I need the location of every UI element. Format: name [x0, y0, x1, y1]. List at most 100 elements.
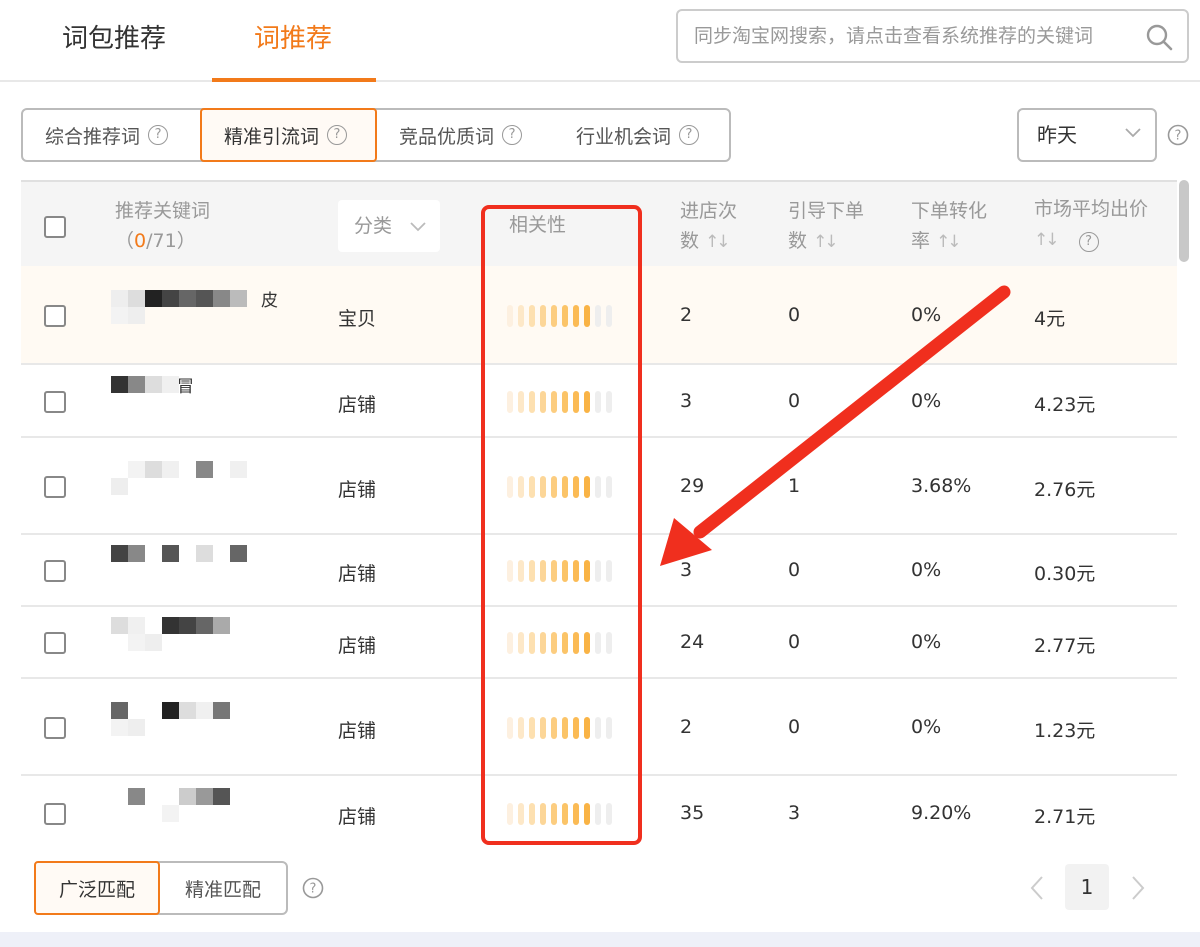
- category-filter[interactable]: 分类: [338, 200, 440, 252]
- relevance-meter: [507, 803, 612, 825]
- conversion-cell: 0%: [911, 559, 942, 581]
- relevance-bar: [606, 803, 612, 825]
- sort-icon: ↑↓: [1034, 230, 1059, 250]
- help-icon[interactable]: ?: [502, 125, 523, 145]
- help-icon[interactable]: ?: [327, 125, 347, 145]
- col-visits[interactable]: 进店次 数 ↑↓: [680, 196, 737, 257]
- row-checkbox[interactable]: [44, 475, 66, 498]
- row-checkbox[interactable]: [44, 716, 66, 739]
- help-icon[interactable]: ?: [679, 125, 699, 145]
- relevance-bar: [562, 475, 568, 498]
- orders-cell: 0: [788, 303, 801, 326]
- table-row[interactable]: 店铺 29 1 3.68% 2.76元: [21, 438, 1177, 535]
- relevance-bar: [573, 803, 579, 825]
- relevance-bar: [606, 716, 612, 739]
- relevance-bar: [584, 390, 590, 413]
- col-bid[interactable]: 市场平均出价 ↑↓ ?: [1034, 194, 1148, 255]
- selected-count: 0: [134, 230, 147, 252]
- blur-block: [179, 289, 196, 307]
- col-conversion[interactable]: 下单转化 率 ↑↓: [911, 196, 987, 257]
- date-select[interactable]: 昨天: [1017, 108, 1157, 162]
- row-checkbox[interactable]: [44, 390, 66, 413]
- row-checkbox[interactable]: [44, 803, 66, 825]
- table-row[interactable]: 店铺 2 0 0% 1.23元: [21, 679, 1177, 776]
- tab-word-package[interactable]: 词包推荐: [62, 18, 166, 55]
- relevance-bar: [551, 390, 557, 413]
- blur-block: [230, 460, 247, 478]
- select-all-checkbox[interactable]: [44, 216, 66, 238]
- chevron-left-icon[interactable]: [1027, 874, 1047, 902]
- conversion-cell: 0%: [911, 389, 942, 412]
- broad-match-button[interactable]: 广泛匹配: [34, 861, 160, 915]
- bid-cell: 0.30元: [1034, 563, 1096, 585]
- table-row[interactable]: 冒店铺 3 0 0% 4.23元: [21, 365, 1177, 438]
- relevance-bar: [540, 304, 546, 327]
- tab-word-recommend[interactable]: 词推荐: [254, 18, 332, 55]
- relevance-bar: [529, 475, 535, 498]
- relevance-bar: [562, 803, 568, 825]
- help-icon[interactable]: ?: [302, 877, 324, 899]
- table-scrollbar[interactable]: [1179, 180, 1189, 262]
- relevance-bar: [529, 390, 535, 413]
- blur-block: [162, 617, 179, 634]
- filter-label: 行业机会词: [575, 125, 671, 148]
- table-row[interactable]: 皮宝贝 2 0 0% 4元: [21, 266, 1177, 365]
- keyword-blurred: [111, 617, 281, 657]
- row-checkbox[interactable]: [44, 560, 66, 582]
- page-current[interactable]: 1: [1065, 864, 1109, 910]
- relevance-bar: [540, 475, 546, 498]
- table-row[interactable]: 店铺 35 3 9.20% 2.71元: [21, 776, 1177, 848]
- blur-block: [213, 289, 230, 307]
- svg-text:?: ?: [310, 882, 317, 897]
- relevance-bar: [606, 304, 612, 327]
- chevron-right-icon[interactable]: [1128, 874, 1148, 902]
- filter-competitor-quality[interactable]: 竞品优质词 ?: [377, 110, 554, 160]
- help-icon[interactable]: ?: [1167, 124, 1189, 146]
- blur-block: [128, 617, 145, 634]
- blur-block: [128, 289, 145, 307]
- search-input[interactable]: [694, 11, 1134, 61]
- category-cell: 店铺: [338, 478, 377, 501]
- relevance-bar: [540, 560, 546, 582]
- visits-cell: 2: [680, 715, 693, 738]
- filter-industry-opportunity[interactable]: 行业机会词 ?: [554, 110, 729, 160]
- table-row[interactable]: 店铺 3 0 0% 0.30元: [21, 535, 1177, 607]
- keyword-text: 皮: [261, 290, 278, 311]
- relevance-bar: [562, 304, 568, 327]
- visits-cell: 24: [680, 631, 705, 653]
- search-icon[interactable]: [1145, 23, 1173, 51]
- relevance-bar: [518, 803, 524, 825]
- category-cell: 店铺: [338, 563, 377, 585]
- row-checkbox[interactable]: [44, 632, 66, 654]
- relevance-bar: [573, 632, 579, 654]
- row-checkbox[interactable]: [44, 304, 66, 327]
- exact-match-button[interactable]: 精准匹配: [160, 863, 286, 913]
- keyword-blurred: [111, 460, 281, 501]
- relevance-bar: [562, 390, 568, 413]
- blur-block: [196, 545, 213, 562]
- blur-block: [111, 545, 128, 562]
- relevance-bar: [551, 560, 557, 582]
- orders-cell: 0: [788, 715, 801, 738]
- conversion-cell: 3.68%: [911, 474, 972, 497]
- help-icon[interactable]: ?: [1078, 232, 1099, 252]
- blur-block: [145, 460, 162, 478]
- table-row[interactable]: 店铺 24 0 0% 2.77元: [21, 607, 1177, 679]
- blur-block: [179, 617, 196, 634]
- relevance-bar: [518, 390, 524, 413]
- blur-block: [162, 701, 179, 719]
- blur-block: [196, 617, 213, 634]
- table-header: 推荐关键词 （0/71） 分类 相关性 进店次 数 ↑↓ 引导下单 数 ↑↓ 下…: [21, 182, 1177, 266]
- relevance-bar: [606, 632, 612, 654]
- relevance-bar: [573, 716, 579, 739]
- visits-cell: 2: [680, 303, 693, 326]
- blur-block: [162, 460, 179, 478]
- col-orders[interactable]: 引导下单 数 ↑↓: [788, 196, 864, 257]
- relevance-bar: [507, 390, 513, 413]
- filter-comprehensive[interactable]: 综合推荐词 ?: [23, 110, 200, 160]
- filter-precise-traffic[interactable]: 精准引流词 ?: [199, 108, 377, 162]
- help-icon[interactable]: ?: [148, 125, 169, 145]
- blur-block: [111, 477, 128, 495]
- svg-text:?: ?: [1175, 129, 1182, 144]
- keyword-blurred: [111, 788, 281, 828]
